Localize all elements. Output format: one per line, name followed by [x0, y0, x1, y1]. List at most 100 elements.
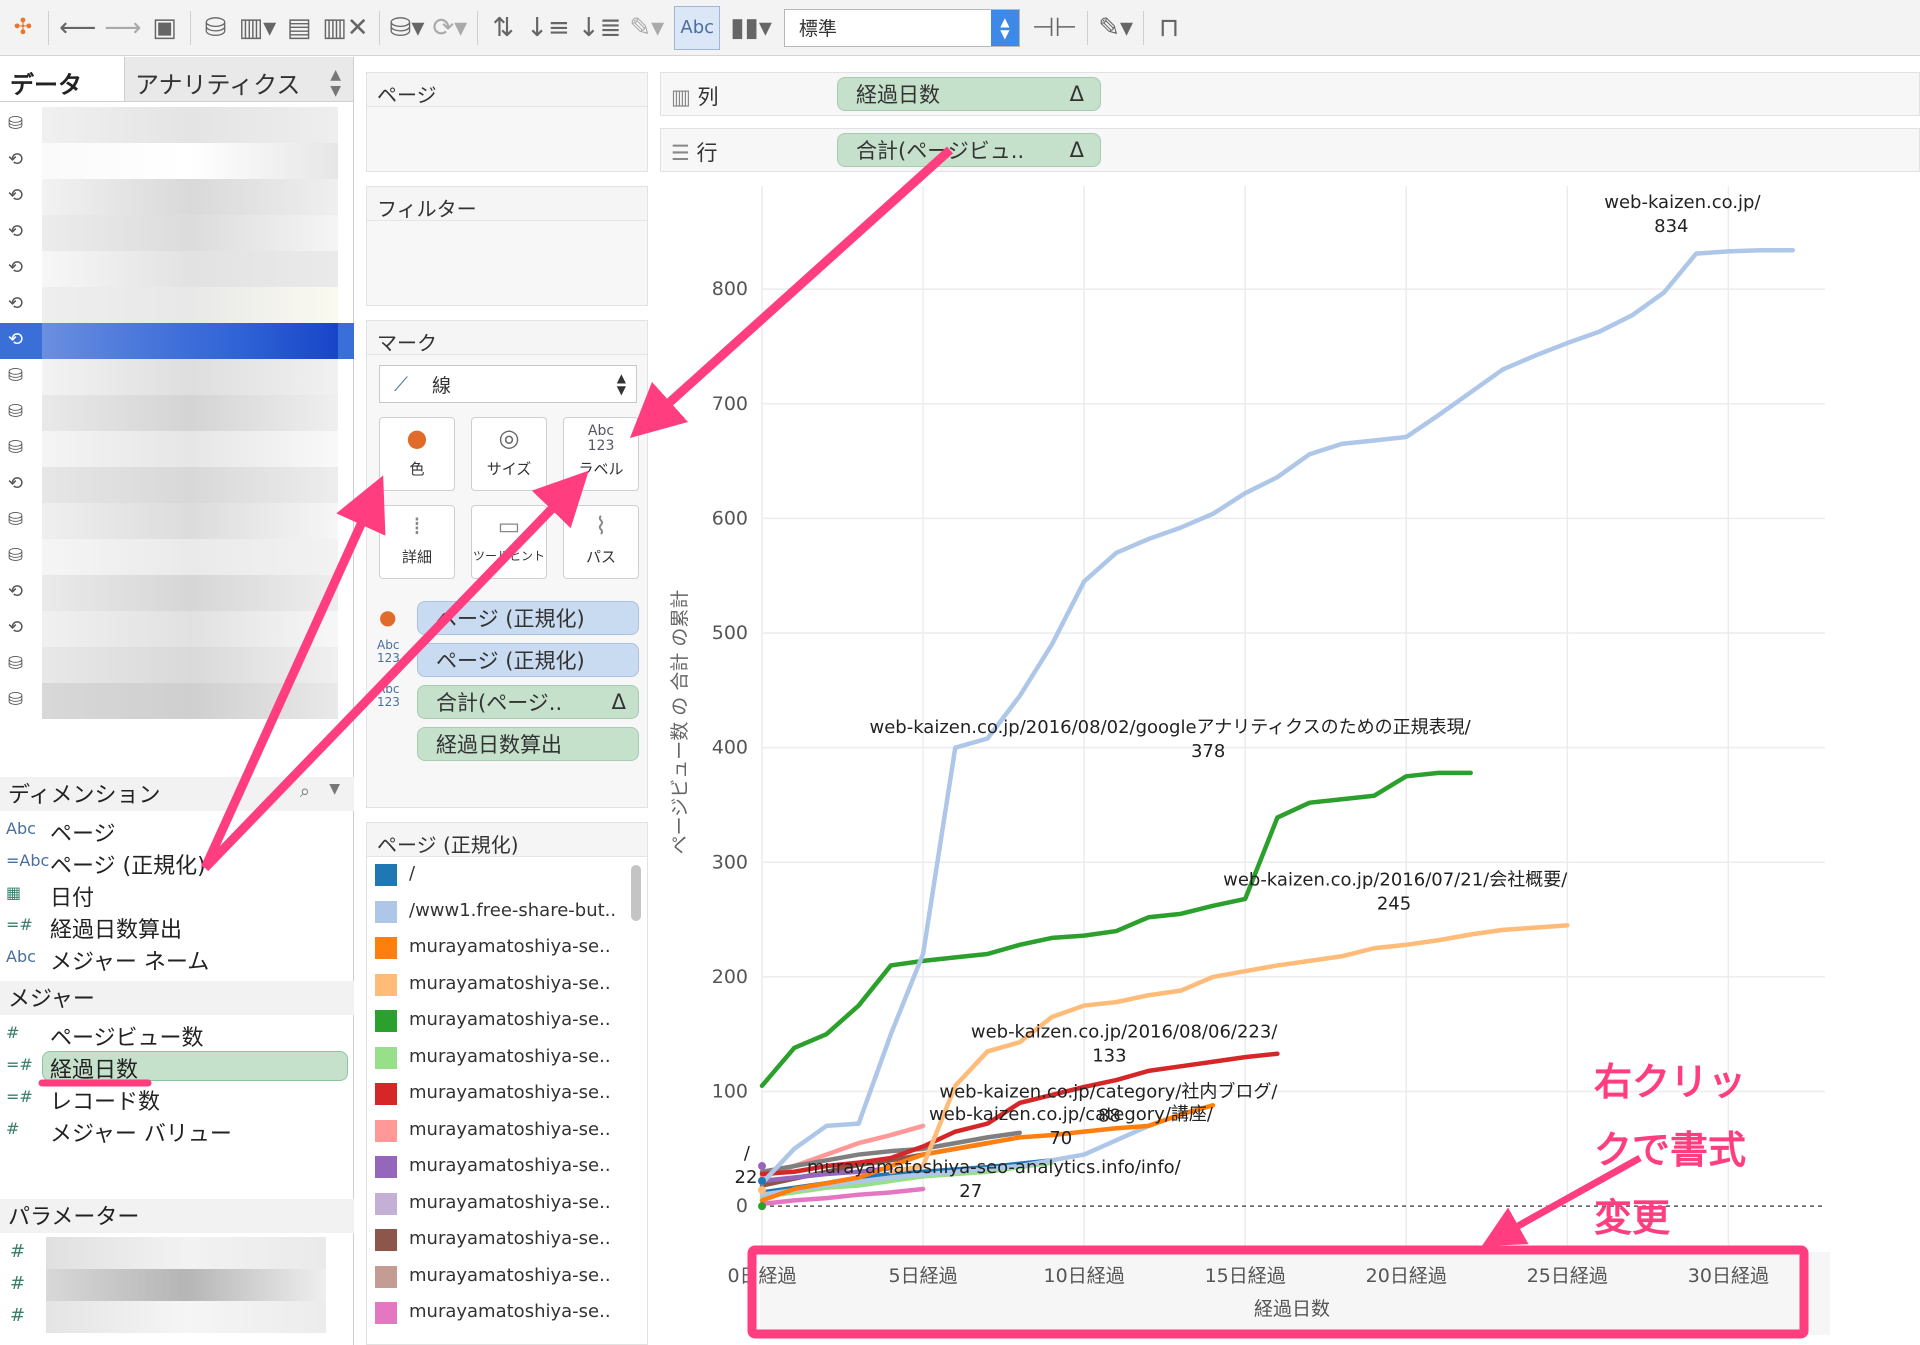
legend-item[interactable]: murayamatoshiya-se.. — [367, 1115, 629, 1145]
measure-field[interactable]: =# レコード数 — [0, 1083, 354, 1115]
columns-pill[interactable]: 経過日数 Δ — [837, 77, 1101, 111]
label-encoding-icon: Abc 123 — [377, 638, 400, 665]
linked-database-icon: ⟲ — [8, 293, 24, 314]
duplicate-sheet-icon[interactable]: ▤ — [284, 9, 314, 47]
mark-type-select[interactable]: ⟋ 線 ▲ ▼ — [379, 365, 637, 403]
path-button[interactable]: ⌇ パス — [563, 505, 639, 579]
datasource-row[interactable]: ⟲ — [0, 251, 354, 287]
datasource-row[interactable]: ⛁ — [0, 539, 354, 575]
undo-icon[interactable]: ⟵ — [59, 9, 96, 47]
label-button[interactable]: Abc 123 ラベル — [563, 417, 639, 491]
y-tick-label: 0 — [736, 1195, 748, 1217]
legend-items: / /www1.free-share-but.. murayamatoshiya-s… — [367, 859, 629, 1339]
sort-ascending-icon[interactable]: ↓≡ — [526, 9, 570, 47]
legend-item[interactable]: murayamatoshiya-se.. — [367, 1151, 629, 1181]
color-button[interactable]: ● 色 — [379, 417, 455, 491]
datasource-row[interactable]: ⛁ — [0, 107, 354, 143]
annotation-text: 右クリッ クで書式 変更 — [1594, 1048, 1746, 1252]
legend-item[interactable]: / — [367, 859, 629, 889]
linked-database-icon: ⟲ — [8, 257, 24, 278]
show-labels-button[interactable]: Abc — [674, 5, 721, 50]
dimensions-header: ディメンション ⌕ ▼ — [0, 777, 354, 811]
data-label-value: 133 — [1092, 1046, 1126, 1067]
label-pill[interactable]: ページ (正規化) — [417, 643, 639, 677]
legend-item[interactable]: /www1.free-share-but.. — [367, 896, 629, 926]
legend-item[interactable]: murayamatoshiya-se.. — [367, 969, 629, 999]
legend-item[interactable]: murayamatoshiya-se.. — [367, 1224, 629, 1254]
y-tick-label: 500 — [712, 622, 748, 644]
datasource-row[interactable]: ⟲ — [0, 143, 354, 179]
datasource-row[interactable]: ⛁ — [0, 359, 354, 395]
y-tick-label: 100 — [712, 1081, 748, 1103]
sum-pageview-label-pill[interactable]: 合計(ページ.. Δ — [417, 685, 639, 719]
columns-shelf[interactable]: ▥ 列 経過日数 Δ — [660, 72, 1920, 116]
dimension-field[interactable]: Abc ページ — [0, 815, 354, 847]
data-label-value: 245 — [1377, 893, 1411, 914]
datasource-row[interactable]: ⟲ — [0, 575, 354, 611]
dimension-field[interactable]: Abc メジャー ネーム — [0, 943, 354, 975]
chevron-down-icon[interactable]: ▼ — [329, 781, 340, 797]
rows-shelf[interactable]: ☰ 行 合計(ページビュ.. Δ — [660, 128, 1920, 172]
datasource-row[interactable]: ⛁ — [0, 503, 354, 539]
presentation-icon[interactable]: ⊓ — [1154, 9, 1184, 47]
tab-analytics[interactable]: アナリティクス ▲ ▼ — [124, 57, 353, 101]
new-datasource-icon[interactable]: ⛁ — [201, 9, 231, 47]
datasource-row[interactable]: ⛁ — [0, 395, 354, 431]
detail-button[interactable]: ⁞ 詳細 — [379, 505, 455, 579]
parameter-row[interactable]: # — [0, 1269, 340, 1301]
datasource-row[interactable]: ⟲ — [0, 179, 354, 215]
search-icon[interactable]: ⌕ — [300, 781, 310, 802]
color-pill[interactable]: ページ (正規化) — [417, 601, 639, 635]
swap-icon[interactable]: ⇅ — [488, 9, 518, 47]
highlight-icon[interactable]: ✎▾ — [629, 9, 664, 47]
elapsed-days-calc-pill[interactable]: 経過日数算出 — [417, 727, 639, 761]
pages-card[interactable]: ページ — [366, 72, 648, 172]
refresh-icon[interactable]: ⟳▾ — [432, 9, 467, 47]
parameter-row[interactable]: # — [0, 1237, 340, 1269]
datasource-row-selected[interactable]: ⟲ — [0, 323, 354, 359]
datasource-row[interactable]: ⟲ — [0, 611, 354, 647]
datasource-row[interactable]: ⛁ — [0, 431, 354, 467]
tableau-logo-icon[interactable]: ✣ — [8, 9, 38, 47]
legend-item[interactable]: murayamatoshiya-se.. — [367, 1297, 629, 1327]
legend-item[interactable]: murayamatoshiya-se.. — [367, 1042, 629, 1072]
legend-item[interactable]: murayamatoshiya-se.. — [367, 1188, 629, 1218]
measure-field[interactable]: # ページビュー数 — [0, 1019, 354, 1051]
legend-item[interactable]: murayamatoshiya-se.. — [367, 1261, 629, 1291]
save-icon[interactable]: ▣ — [150, 9, 180, 47]
parameter-row[interactable]: # — [0, 1301, 340, 1333]
dimension-field[interactable]: =Abc ページ (正規化) — [0, 847, 354, 879]
legend-scrollbar[interactable] — [631, 865, 641, 921]
data-label-name: web-kaizen.co.jp/2016/08/02/googleアナリティク… — [869, 717, 1471, 738]
legend-label: / — [409, 863, 416, 884]
sort-descending-icon[interactable]: ↓≣ — [578, 9, 622, 47]
dimension-field[interactable]: =# 経過日数算出 — [0, 911, 354, 943]
rows-icon: ☰ — [671, 141, 690, 165]
datasource-row[interactable]: ⟲ — [0, 215, 354, 251]
datasource-row[interactable]: ⛁ — [0, 683, 354, 719]
fix-axes-icon[interactable]: ⊣⊢ — [1032, 9, 1077, 47]
tooltip-icon[interactable]: ✎▾ — [1098, 9, 1133, 47]
tab-data[interactable]: データ — [0, 57, 124, 101]
measure-field-selected[interactable]: =# 経過日数 — [0, 1051, 354, 1083]
clear-sheet-icon[interactable]: ▥✕ — [322, 9, 368, 47]
legend-item[interactable]: murayamatoshiya-se.. — [367, 1078, 629, 1108]
legend-item[interactable]: murayamatoshiya-se.. — [367, 1005, 629, 1035]
datasource-row[interactable]: ⟲ — [0, 287, 354, 323]
size-button[interactable]: ◎ サイズ — [471, 417, 547, 491]
filters-card[interactable]: フィルター — [366, 186, 648, 306]
datasource-row[interactable]: ⛁ — [0, 647, 354, 683]
datasource-row[interactable]: ⟲ — [0, 467, 354, 503]
rows-pill[interactable]: 合計(ページビュ.. Δ — [837, 133, 1101, 167]
label-encoding-icon: Abc 123 — [377, 682, 400, 709]
redo-icon[interactable]: ⟶ — [104, 9, 141, 47]
measure-field[interactable]: # メジャー バリュー — [0, 1115, 354, 1147]
tooltip-button[interactable]: ▭ ツールヒント — [471, 505, 547, 579]
pause-updates-icon[interactable]: ⛁▾ — [390, 9, 425, 47]
legend-item[interactable]: murayamatoshiya-se.. — [367, 932, 629, 962]
show-me-icon[interactable]: ▮▮▾ — [730, 9, 772, 47]
fit-select[interactable]: 標準 ▲ ▼ — [783, 8, 1020, 47]
rows-shelf-label: ☰ 行 — [671, 137, 718, 167]
dimension-field[interactable]: ▦ 日付 — [0, 879, 354, 911]
new-worksheet-icon[interactable]: ▥▾ — [239, 9, 277, 47]
